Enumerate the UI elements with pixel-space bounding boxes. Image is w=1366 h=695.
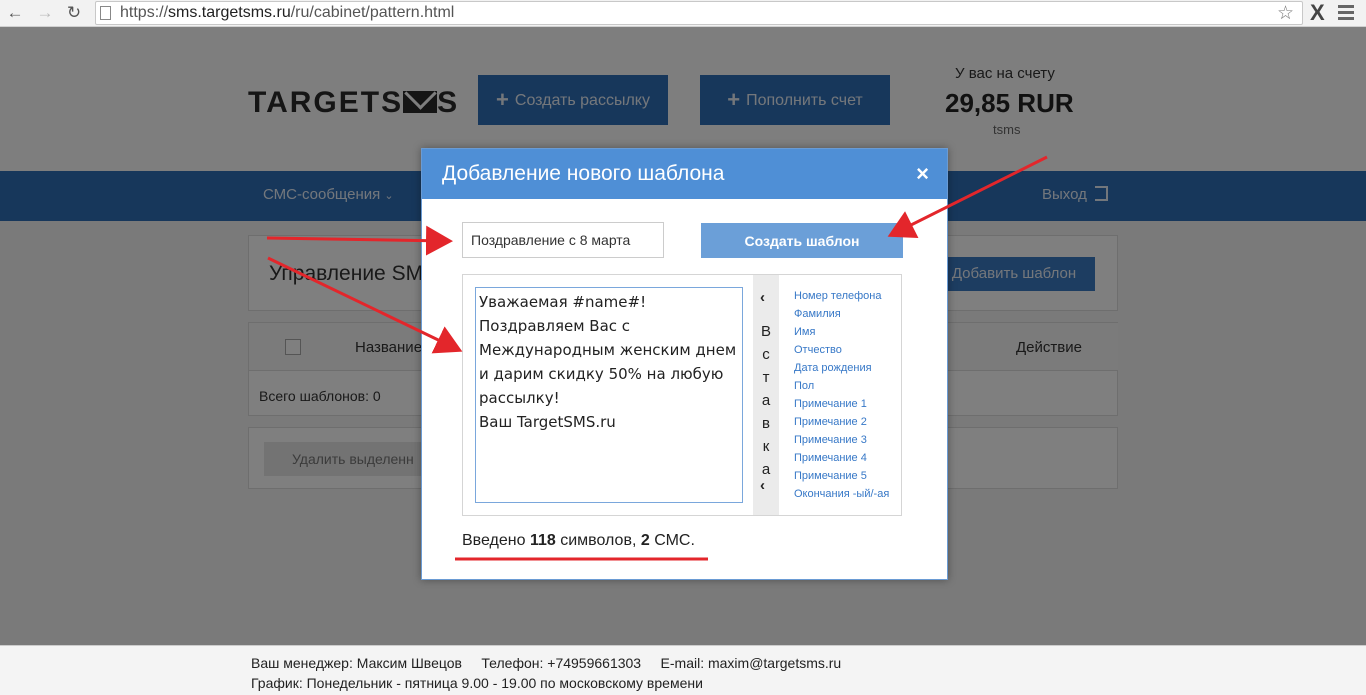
chevron-left-icon[interactable]: ‹ <box>760 477 765 494</box>
insert-variable-link[interactable]: Имя <box>794 323 889 341</box>
modal-header: Добавление нового шаблона × <box>422 149 947 199</box>
insert-label-letter: в <box>762 415 770 432</box>
extension-x-icon[interactable]: X <box>1310 0 1325 26</box>
insert-variable-link[interactable]: Примечание 3 <box>794 431 889 449</box>
insert-variable-link[interactable]: Отчество <box>794 341 889 359</box>
insert-label-letter: т <box>762 369 770 386</box>
add-template-modal: Добавление нового шаблона × Создать шабл… <box>421 148 948 580</box>
bookmark-star-icon[interactable]: ☆ <box>1277 2 1294 25</box>
insert-label-letter: В <box>760 323 771 340</box>
modal-title: Добавление нового шаблона <box>442 162 725 185</box>
template-editor: Уважаемая #name#! Поздравляем Вас с Межд… <box>462 274 902 516</box>
forward-icon[interactable]: → <box>34 3 56 23</box>
address-bar[interactable]: https://sms.targetsms.ru/ru/cabinet/patt… <box>95 1 1303 25</box>
insert-variable-link[interactable]: Примечание 5 <box>794 467 889 485</box>
reload-icon[interactable]: ↻ <box>63 3 85 23</box>
page-icon <box>100 6 111 20</box>
back-icon[interactable]: ← <box>4 3 26 23</box>
create-template-button[interactable]: Создать шаблон <box>701 223 903 258</box>
insert-panel-toggle[interactable]: ‹ Вставка ‹ <box>753 275 779 515</box>
url-text: https://sms.targetsms.ru/ru/cabinet/patt… <box>120 4 455 21</box>
browser-toolbar: ← → ↻ https://sms.targetsms.ru/ru/cabine… <box>0 0 1366 27</box>
insert-variable-link[interactable]: Примечание 1 <box>794 395 889 413</box>
insert-label-letter: с <box>762 346 770 363</box>
browser-menu-icon[interactable] <box>1338 5 1354 23</box>
insert-variables-list: Номер телефона Фамилия Имя Отчество Дата рож… <box>794 287 889 503</box>
insert-variable-link[interactable]: Фамилия <box>794 305 889 323</box>
message-textarea[interactable]: Уважаемая #name#! Поздравляем Вас с Межд… <box>475 287 743 503</box>
character-counter: Введено 118 символов, 2 СМС. <box>462 532 695 549</box>
footer-contacts: Ваш менеджер: Максим Швецов Телефон: +74… <box>251 655 842 671</box>
insert-variable-link[interactable]: Номер телефона <box>794 287 889 305</box>
footer: Ваш менеджер: Максим Швецов Телефон: +74… <box>0 645 1366 695</box>
footer-schedule: График: Понедельник - пятница 9.00 - 19.… <box>251 675 703 691</box>
insert-variable-link[interactable]: Пол <box>794 377 889 395</box>
chevron-left-icon[interactable]: ‹ <box>760 289 765 306</box>
template-name-input[interactable] <box>462 222 664 258</box>
insert-variable-link[interactable]: Окончания -ый/-ая <box>794 485 889 503</box>
insert-label-letter: а <box>761 461 771 478</box>
insert-label-letter: а <box>761 392 771 409</box>
insert-label-letter: к <box>762 438 770 455</box>
insert-variable-link[interactable]: Дата рождения <box>794 359 889 377</box>
insert-variable-link[interactable]: Примечание 4 <box>794 449 889 467</box>
insert-variable-link[interactable]: Примечание 2 <box>794 413 889 431</box>
close-icon[interactable]: × <box>916 161 929 187</box>
